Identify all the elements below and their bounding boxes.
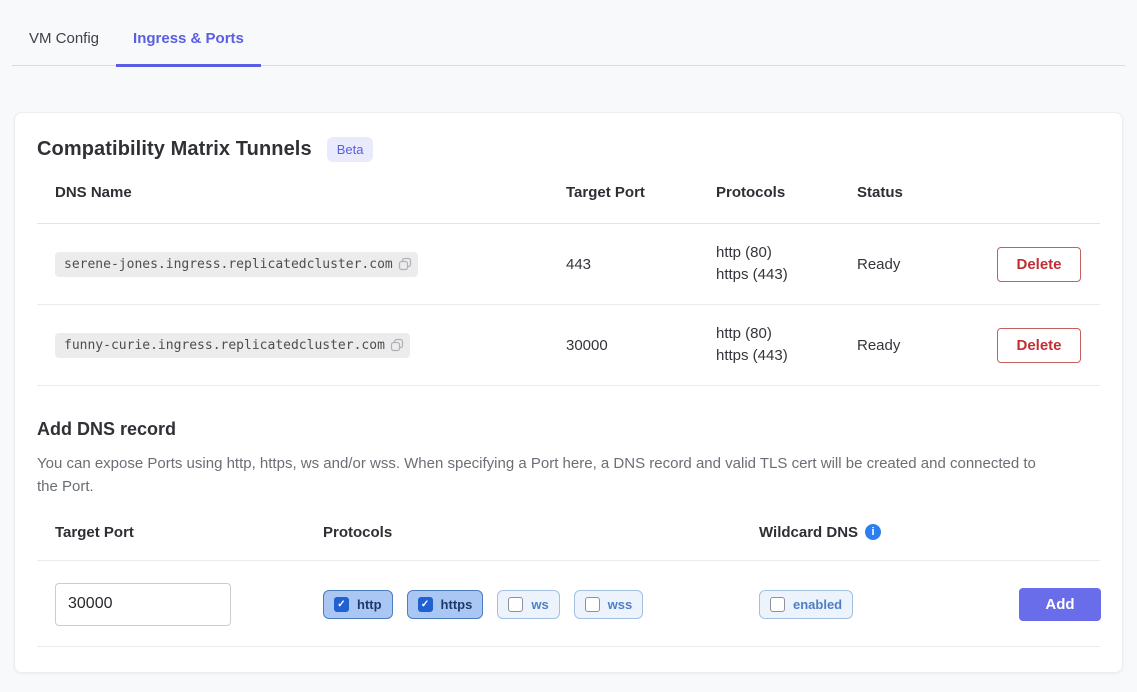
checkbox-ws[interactable]: ws	[497, 590, 559, 619]
column-header-dns-name: DNS Name	[55, 184, 566, 201]
tab-bar: VM Config Ingress & Ports	[12, 0, 1125, 66]
add-dns-form-labels: Target Port Protocols Wildcard DNS i	[37, 524, 1100, 561]
checkbox-unchecked-icon	[585, 597, 600, 612]
dns-name-cell: funny-curie.ingress.replicatedcluster.co…	[55, 333, 566, 358]
info-icon[interactable]: i	[865, 524, 881, 540]
target-port-input[interactable]	[55, 583, 231, 626]
checkbox-https[interactable]: ✓ https	[407, 590, 484, 619]
wildcard-dns-label-text: Wildcard DNS	[759, 524, 858, 541]
dns-name-text: serene-jones.ingress.replicatedcluster.c…	[64, 257, 393, 272]
checkbox-https-label: https	[441, 597, 473, 612]
add-dns-form-row: ✓ http ✓ https ws wss enabled Add	[37, 583, 1100, 647]
tab-vm-config[interactable]: VM Config	[12, 22, 116, 67]
add-button[interactable]: Add	[1019, 588, 1101, 621]
dns-name-pill: funny-curie.ingress.replicatedcluster.co…	[55, 333, 410, 358]
status-cell: Ready	[857, 256, 997, 273]
table-row: serene-jones.ingress.replicatedcluster.c…	[37, 224, 1100, 305]
checkbox-wildcard-enabled[interactable]: enabled	[759, 590, 853, 619]
checkbox-unchecked-icon	[770, 597, 785, 612]
protocol-line: https (443)	[716, 264, 857, 286]
delete-button[interactable]: Delete	[997, 328, 1081, 363]
tunnels-card: Compatibility Matrix Tunnels Beta DNS Na…	[14, 112, 1123, 673]
target-port-cell: 30000	[566, 337, 716, 354]
protocol-checkboxes: ✓ http ✓ https ws wss	[323, 590, 759, 619]
protocol-line: https (443)	[716, 345, 857, 367]
checkbox-enabled-label: enabled	[793, 597, 842, 612]
tab-ingress-ports[interactable]: Ingress & Ports	[116, 22, 261, 67]
status-cell: Ready	[857, 337, 997, 354]
actions-cell: Delete	[997, 247, 1104, 282]
table-row: funny-curie.ingress.replicatedcluster.co…	[37, 305, 1100, 386]
dns-name-pill: serene-jones.ingress.replicatedcluster.c…	[55, 252, 418, 277]
beta-badge: Beta	[327, 137, 374, 162]
card-header: Compatibility Matrix Tunnels Beta	[37, 137, 1100, 162]
add-button-cell: Add	[1019, 588, 1124, 621]
checkbox-wss[interactable]: wss	[574, 590, 644, 619]
checkbox-wss-label: wss	[608, 597, 633, 612]
dns-name-text: funny-curie.ingress.replicatedcluster.co…	[64, 338, 385, 353]
dns-name-cell: serene-jones.ingress.replicatedcluster.c…	[55, 252, 566, 277]
column-header-target-port: Target Port	[566, 184, 716, 201]
add-dns-record-title: Add DNS record	[37, 419, 1100, 440]
add-dns-record-description: You can expose Ports using http, https, …	[37, 452, 1047, 499]
copy-icon[interactable]	[398, 257, 412, 271]
column-header-protocols: Protocols	[716, 184, 857, 201]
target-port-label: Target Port	[55, 524, 323, 541]
copy-icon[interactable]	[390, 338, 404, 352]
checkbox-checked-icon: ✓	[334, 597, 349, 612]
protocol-line: http (80)	[716, 323, 857, 345]
target-port-cell: 443	[566, 256, 716, 273]
protocols-cell: http (80) https (443)	[716, 242, 857, 286]
column-header-status: Status	[857, 184, 997, 201]
checkbox-http-label: http	[357, 597, 382, 612]
actions-cell: Delete	[997, 328, 1104, 363]
checkbox-unchecked-icon	[508, 597, 523, 612]
delete-button[interactable]: Delete	[997, 247, 1081, 282]
protocols-label: Protocols	[323, 524, 759, 541]
wildcard-dns-cell: enabled	[759, 590, 1019, 619]
checkbox-checked-icon: ✓	[418, 597, 433, 612]
card-title: Compatibility Matrix Tunnels	[37, 138, 312, 161]
target-port-field-cell	[55, 583, 323, 626]
wildcard-dns-label: Wildcard DNS i	[759, 524, 1019, 541]
checkbox-ws-label: ws	[531, 597, 548, 612]
table-header-row: DNS Name Target Port Protocols Status	[37, 184, 1100, 224]
protocol-line: http (80)	[716, 242, 857, 264]
checkbox-http[interactable]: ✓ http	[323, 590, 393, 619]
protocols-cell: http (80) https (443)	[716, 323, 857, 367]
